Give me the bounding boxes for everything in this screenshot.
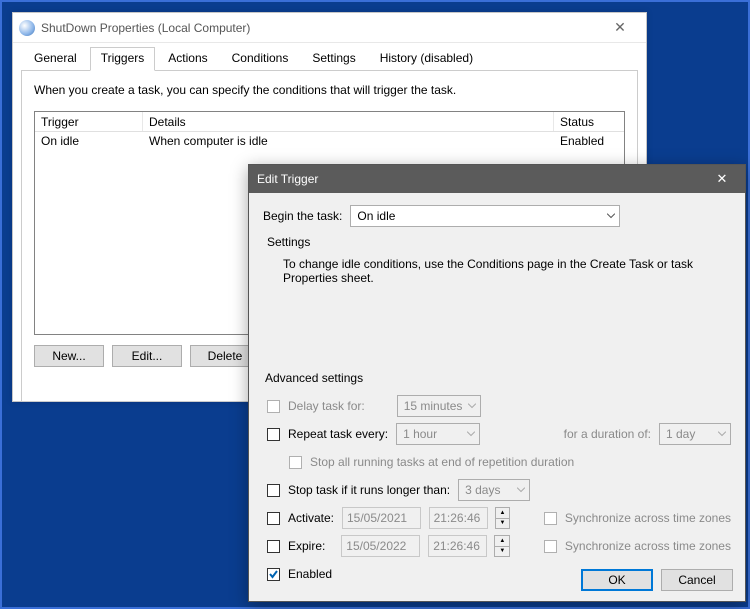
table-row[interactable]: On idle When computer is idle Enabled [35,132,624,150]
activate-time-field[interactable]: 21:26:46 [429,507,488,529]
dialog-title: Edit Trigger [257,172,707,186]
col-details[interactable]: Details [143,112,554,131]
repeat-label: Repeat task every: [288,427,388,441]
cancel-button[interactable]: Cancel [661,569,733,591]
expire-date-field[interactable]: 15/05/2022 [341,535,420,557]
expire-sync-checkbox[interactable] [544,540,557,553]
activate-time-spinner[interactable]: ▲▼ [495,507,511,529]
titlebar[interactable]: ShutDown Properties (Local Computer) ✕ [13,13,646,43]
stop-repetition-checkbox[interactable] [289,456,302,469]
expire-label: Expire: [288,539,333,553]
chevron-down-icon [718,432,726,437]
chevron-down-icon [467,432,475,437]
enabled-checkbox[interactable] [267,568,280,581]
chevron-down-icon [468,404,476,409]
window-title: ShutDown Properties (Local Computer) [41,21,600,35]
settings-hint-text: To change idle conditions, use the Condi… [283,257,731,285]
tab-settings[interactable]: Settings [301,47,366,71]
edit-button[interactable]: Edit... [112,345,182,367]
activate-sync-label: Synchronize across time zones [565,511,731,525]
cell-status: Enabled [554,134,624,148]
chevron-down-icon [517,488,525,493]
spinner-down-icon[interactable]: ▼ [496,519,510,529]
duration-value: 1 day [666,427,695,441]
enabled-label: Enabled [288,567,332,581]
col-status[interactable]: Status [554,112,624,131]
spinner-up-icon[interactable]: ▲ [496,508,510,519]
duration-label: for a duration of: [564,427,651,441]
delay-select[interactable]: 15 minutes [397,395,481,417]
tab-general[interactable]: General [23,47,88,71]
delay-value: 15 minutes [404,399,463,413]
activate-checkbox[interactable] [267,512,280,525]
activate-sync-checkbox[interactable] [544,512,557,525]
expire-checkbox[interactable] [267,540,280,553]
task-icon [19,20,35,36]
delay-label: Delay task for: [288,399,365,413]
stop-repetition-label: Stop all running tasks at end of repetit… [310,455,574,469]
repeat-select[interactable]: 1 hour [396,423,480,445]
expire-time-spinner[interactable]: ▲▼ [494,535,510,557]
duration-select[interactable]: 1 day [659,423,731,445]
cell-details: When computer is idle [143,134,554,148]
settings-group-label: Settings [267,235,731,249]
cell-trigger: On idle [35,134,143,148]
stop-longer-select[interactable]: 3 days [458,479,530,501]
col-trigger[interactable]: Trigger [35,112,143,131]
repeat-checkbox[interactable] [267,428,280,441]
advanced-settings-label: Advanced settings [265,371,731,385]
expire-sync-label: Synchronize across time zones [565,539,731,553]
activate-date-field[interactable]: 15/05/2021 [342,507,421,529]
dialog-body: Begin the task: On idle Settings To chan… [249,193,745,601]
new-button[interactable]: New... [34,345,104,367]
dialog-titlebar[interactable]: Edit Trigger ✕ [249,165,745,193]
spinner-down-icon[interactable]: ▼ [495,547,509,557]
tab-triggers[interactable]: Triggers [90,47,156,71]
delay-checkbox[interactable] [267,400,280,413]
spinner-up-icon[interactable]: ▲ [495,536,509,547]
edit-trigger-dialog: Edit Trigger ✕ Begin the task: On idle S… [248,164,746,602]
dialog-footer: OK Cancel [581,569,733,591]
tab-history[interactable]: History (disabled) [369,47,484,71]
stop-longer-value: 3 days [465,483,500,497]
stop-longer-label: Stop task if it runs longer than: [288,483,450,497]
close-icon[interactable]: ✕ [707,171,737,187]
expire-time-field[interactable]: 21:26:46 [428,535,487,557]
grid-header: Trigger Details Status [35,112,624,132]
intro-text: When you create a task, you can specify … [34,83,625,97]
begin-task-value: On idle [357,209,395,223]
close-icon[interactable]: ✕ [600,16,640,40]
tab-strip: General Triggers Actions Conditions Sett… [13,43,646,71]
begin-task-label: Begin the task: [263,209,342,223]
activate-label: Activate: [288,511,334,525]
repeat-value: 1 hour [403,427,437,441]
chevron-down-icon [607,214,615,219]
stop-longer-checkbox[interactable] [267,484,280,497]
ok-button[interactable]: OK [581,569,653,591]
begin-task-select[interactable]: On idle [350,205,620,227]
tab-actions[interactable]: Actions [157,47,218,71]
tab-conditions[interactable]: Conditions [221,47,300,71]
